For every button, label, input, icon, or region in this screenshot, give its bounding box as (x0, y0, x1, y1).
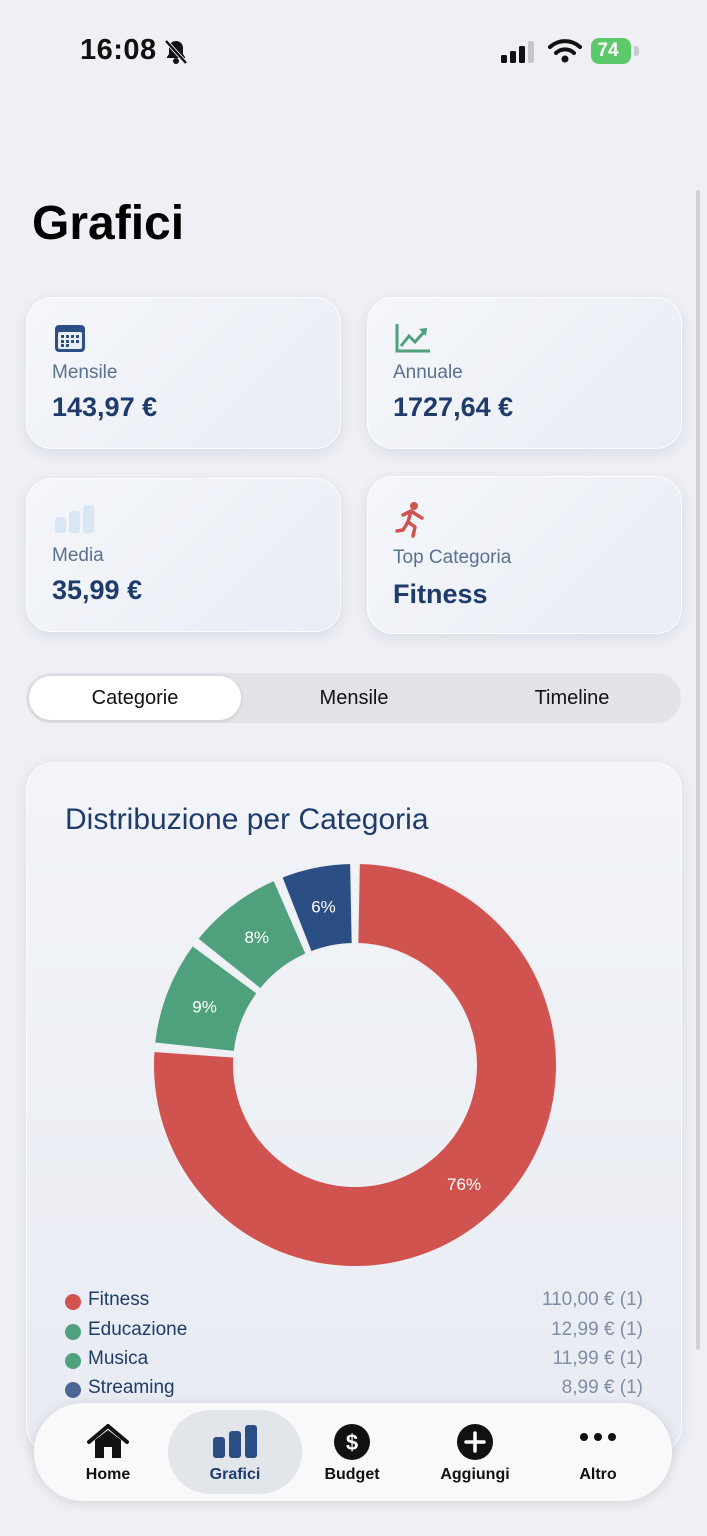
legend-color-dot (65, 1324, 81, 1340)
legend-amount: 12,99 € (1) (551, 1319, 643, 1340)
segment-categories[interactable]: Categorie (29, 676, 241, 720)
dollar-circle-icon: $ (334, 1424, 370, 1460)
scroll-indicator[interactable] (696, 190, 700, 1350)
legend-amount: 11,99 € (1) (552, 1348, 643, 1369)
legend-item: Musica 11,99 € (1) (65, 1348, 643, 1376)
svg-text:$: $ (346, 1430, 358, 1455)
average-label: Media (52, 545, 104, 566)
tab-bar: Home Grafici $ Budget Aggiungi Altro (34, 1403, 672, 1501)
bar-chart-icon (213, 1425, 257, 1458)
tab-home[interactable]: Home (46, 1403, 170, 1501)
segment-monthly[interactable]: Mensile (248, 676, 460, 720)
battery-tip (634, 46, 639, 56)
bar-chart-icon (55, 505, 94, 533)
tab-add[interactable]: Aggiungi (413, 1403, 537, 1501)
annual-card[interactable]: Annuale 1727,64 € (367, 297, 682, 449)
legend-name: Musica (88, 1348, 149, 1369)
legend-amount: 110,00 € (1) (541, 1289, 643, 1310)
tab-budget[interactable]: $ Budget (290, 1403, 414, 1501)
donut-percent-label: 9% (192, 997, 217, 1016)
monthly-label: Mensile (52, 362, 118, 383)
view-segmented-control: Categorie Mensile Timeline (26, 673, 681, 723)
tab-budget-label: Budget (324, 1466, 380, 1483)
donut-percent-label: 76% (447, 1175, 481, 1194)
tab-home-label: Home (85, 1466, 131, 1483)
trend-up-icon (395, 324, 430, 353)
legend-name: Educazione (88, 1319, 188, 1340)
donut-chart: 76% 9% 8% 6% (153, 863, 557, 1267)
top-category-label: Top Categoria (393, 547, 512, 568)
legend-name: Fitness (88, 1289, 150, 1310)
monthly-card[interactable]: Mensile 143,97 € (26, 297, 341, 449)
legend-item: Educazione 12,99 € (1) (65, 1319, 643, 1347)
legend-name: Streaming (88, 1377, 175, 1398)
battery-level: 74 (597, 40, 619, 61)
status-time: 16:08 (80, 34, 157, 66)
bell-muted-icon (164, 39, 188, 65)
chart-title: Distribuzione per Categoria (65, 803, 429, 836)
battery-icon: 74 (591, 38, 631, 64)
tab-add-label: Aggiungi (440, 1466, 510, 1483)
running-icon (395, 502, 424, 538)
top-category-card[interactable]: Top Categoria Fitness (367, 476, 682, 634)
tab-more-label: Altro (579, 1466, 617, 1483)
legend-amount: 8,99 € (1) (561, 1377, 643, 1398)
top-category-value: Fitness (393, 579, 488, 609)
legend-item: Fitness 110,00 € (1) (65, 1289, 643, 1317)
legend-item: Streaming 8,99 € (1) (65, 1377, 643, 1405)
house-icon (87, 1424, 129, 1458)
plus-circle-icon (457, 1424, 493, 1460)
annual-value: 1727,64 € (393, 392, 514, 422)
legend-color-dot (65, 1294, 81, 1310)
average-value: 35,99 € (52, 575, 143, 605)
tab-charts[interactable]: Grafici (163, 1403, 307, 1501)
status-bar: 16:08 74 (0, 0, 707, 100)
cellular-signal-icon (501, 41, 534, 63)
legend-color-dot (65, 1353, 81, 1369)
legend-color-dot (65, 1382, 81, 1398)
tab-more[interactable]: Altro (536, 1403, 660, 1501)
average-card[interactable]: Media 35,99 € (26, 478, 341, 632)
annual-label: Annuale (393, 362, 463, 383)
donut-percent-label: 6% (311, 898, 336, 917)
monthly-value: 143,97 € (52, 392, 158, 422)
calendar-icon (55, 325, 85, 352)
donut-percent-label: 8% (244, 928, 269, 947)
ellipsis-icon (580, 1433, 616, 1441)
wifi-icon (548, 39, 582, 63)
page-title: Grafici (32, 197, 185, 250)
tab-charts-label: Grafici (209, 1466, 261, 1483)
category-distribution-panel: Distribuzione per Categoria 76% 9% 8% 6% Fi… (26, 762, 682, 1454)
segment-timeline[interactable]: Timeline (466, 676, 678, 720)
